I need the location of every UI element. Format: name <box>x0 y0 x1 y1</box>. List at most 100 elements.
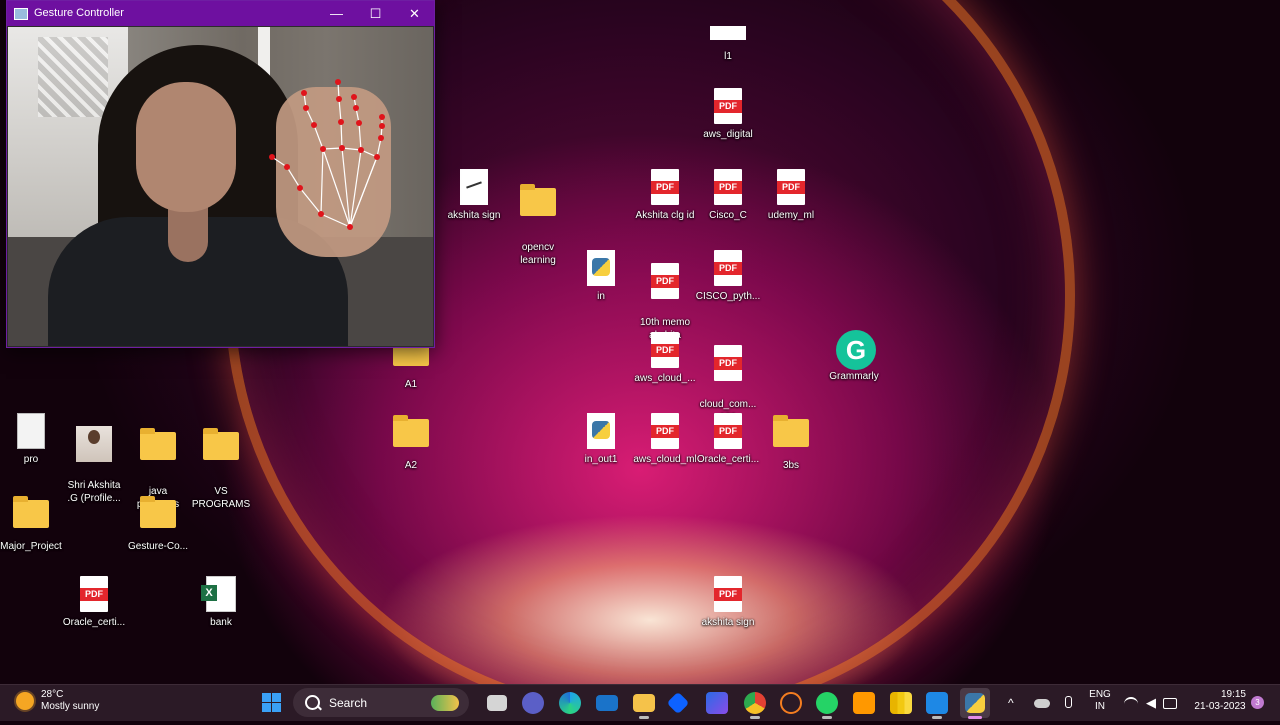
desktop-icon-label: pro <box>23 454 39 465</box>
desktop-icon-pro[interactable]: pro <box>0 413 64 466</box>
desktop-icon-cisco-python[interactable]: PDF CISCO_pyth... <box>695 250 761 303</box>
desktop-icon-label: aws_cloud_ml <box>633 454 697 465</box>
mail-icon[interactable] <box>596 695 618 711</box>
desktop-icon-akshita-sign-pdf[interactable]: PDF akshita sign <box>695 576 761 629</box>
python-file-icon <box>587 413 615 449</box>
desktop-icon-aws-cloud[interactable]: PDF aws_cloud_... <box>632 332 698 385</box>
pdf-file-icon: PDF <box>651 263 679 299</box>
chevron-up-icon[interactable]: ^ <box>1008 685 1014 721</box>
jupyter-icon[interactable] <box>780 692 802 714</box>
pdf-file-icon: PDF <box>651 413 679 449</box>
webcam-feed <box>8 27 433 346</box>
desktop-icon-opencv-learning[interactable]: opencv learning <box>505 169 571 280</box>
desktop-icon-label: 3bs <box>782 460 800 471</box>
battery-icon[interactable] <box>1163 685 1179 721</box>
search-label: Search <box>329 695 368 710</box>
document-thumbnail-icon <box>710 26 746 40</box>
desktop-icon-cisco-c[interactable]: PDF Cisco_C <box>695 169 761 222</box>
desktop-icon-oracle-certi[interactable]: PDF Oracle_certi... <box>695 413 761 466</box>
folder-icon <box>520 184 556 216</box>
desktop-icon-in[interactable]: in <box>568 250 634 303</box>
desktop-icon-udemy-ml[interactable]: PDF udemy_ml <box>758 169 824 222</box>
desktop-icon-aws-cloud-ml[interactable]: PDF aws_cloud_ml <box>632 413 698 466</box>
text-file-icon <box>17 413 45 449</box>
task-view-icon[interactable] <box>487 695 507 711</box>
sublime-text-icon[interactable] <box>853 692 875 714</box>
desktop-icon-profile-photo[interactable]: Shri Akshita .G (Profile... <box>61 413 127 518</box>
pdf-file-icon: PDF <box>651 169 679 205</box>
desktop-icon-label: Oracle_certi... <box>696 454 760 465</box>
dropbox-icon[interactable] <box>666 691 690 715</box>
desktop-icon-akshita-clg-id[interactable]: PDF Akshita clg id <box>632 169 698 222</box>
vscode-icon[interactable] <box>926 692 948 714</box>
desktop-icon-a2[interactable]: A2 <box>378 413 444 472</box>
folder-icon <box>773 415 809 447</box>
search-highlight-icon <box>431 694 459 711</box>
pdf-file-icon: PDF <box>651 332 679 368</box>
desktop-icon-major-project[interactable]: Major_Project <box>0 494 64 553</box>
weather-widget[interactable]: 28°C Mostly sunny <box>16 689 99 713</box>
chrome-icon[interactable] <box>744 692 766 714</box>
hand-landmarks-overlay <box>269 79 385 230</box>
image-file-icon <box>460 169 488 205</box>
desktop-icon-akshita-sign-image[interactable]: akshita sign <box>441 169 507 222</box>
desktop-icon-oracle-certi-2[interactable]: PDF Oracle_certi... <box>61 576 127 629</box>
edge-icon[interactable] <box>559 692 581 714</box>
volume-icon[interactable]: ◀ <box>1144 685 1158 721</box>
desktop-icon-l1[interactable]: l1 <box>695 24 761 63</box>
taskbar: 28°C Mostly sunny Search ^ ENG IN ◀ 19:1… <box>0 684 1280 721</box>
pdf-file-icon: PDF <box>714 169 742 205</box>
folder-icon <box>140 428 176 460</box>
desktop-icon-3bs[interactable]: 3bs <box>758 413 824 472</box>
desktop-icon-label: aws_cloud_... <box>634 373 696 384</box>
desktop-icon-aws-digital[interactable]: PDF aws_digital <box>695 88 761 141</box>
python-icon <box>965 693 985 713</box>
power-bi-icon[interactable] <box>890 692 912 714</box>
desktop-icon-label: bank <box>210 617 232 628</box>
grammarly-icon: G <box>836 330 876 370</box>
onedrive-icon[interactable] <box>1034 685 1050 721</box>
region-label: IN <box>1095 701 1105 712</box>
whatsapp-icon[interactable] <box>816 692 838 714</box>
desktop-icon-grammarly[interactable]: G Grammarly <box>821 330 887 383</box>
desktop-icon-label: in_out1 <box>584 454 618 465</box>
desktop-icon-gesture-co[interactable]: Gesture-Co... <box>125 494 191 553</box>
desktop-icon-label: Cisco_C <box>709 210 747 221</box>
wifi-icon[interactable] <box>1124 685 1138 721</box>
pdf-file-icon: PDF <box>714 250 742 286</box>
desktop-icon-in-out1[interactable]: in_out1 <box>568 413 634 466</box>
copilot-icon[interactable] <box>706 692 728 714</box>
microphone-icon[interactable] <box>1062 685 1074 721</box>
desktop-icon-label: aws_digital <box>703 129 753 140</box>
desktop-icon-label: Akshita clg id <box>635 210 695 221</box>
window-titlebar[interactable]: Gesture Controller — ☐ ✕ <box>7 1 434 26</box>
pdf-file-icon: PDF <box>80 576 108 612</box>
pdf-file-icon: PDF <box>714 576 742 612</box>
gesture-controller-window[interactable]: Gesture Controller — ☐ ✕ <box>6 0 435 348</box>
notification-badge[interactable]: 3 <box>1251 696 1264 709</box>
pdf-file-icon: PDF <box>714 345 742 381</box>
start-button[interactable] <box>261 692 283 714</box>
hand-landmark-points <box>269 79 385 230</box>
folder-icon <box>393 415 429 447</box>
desktop-icon-label: Gesture-Co... <box>127 541 189 552</box>
desktop-icon-bank[interactable]: X bank <box>188 576 254 629</box>
taskbar-search[interactable]: Search <box>293 688 469 717</box>
desktop-icon-label: akshita sign <box>447 210 501 221</box>
folder-icon <box>13 496 49 528</box>
desktop-icon-label: akshita sign <box>701 617 755 628</box>
minimize-icon[interactable]: — <box>317 1 356 26</box>
python-active-app[interactable] <box>960 688 990 718</box>
teams-chat-icon[interactable] <box>522 692 544 714</box>
window-title: Gesture Controller <box>34 7 124 19</box>
desktop-icon-vs-programs[interactable]: VS PROGRAMS <box>188 413 254 524</box>
photo-thumbnail-icon <box>76 426 112 462</box>
maximize-icon[interactable]: ☐ <box>356 1 395 26</box>
app-icon <box>14 7 28 20</box>
file-explorer-icon[interactable] <box>633 694 655 712</box>
close-icon[interactable]: ✕ <box>395 1 434 26</box>
folder-icon <box>203 428 239 460</box>
desktop-icon-label: Grammarly <box>829 371 879 382</box>
desktop-icon-label: Major_Project <box>0 541 62 552</box>
desktop-icon-label: VS PROGRAMS <box>191 486 251 510</box>
